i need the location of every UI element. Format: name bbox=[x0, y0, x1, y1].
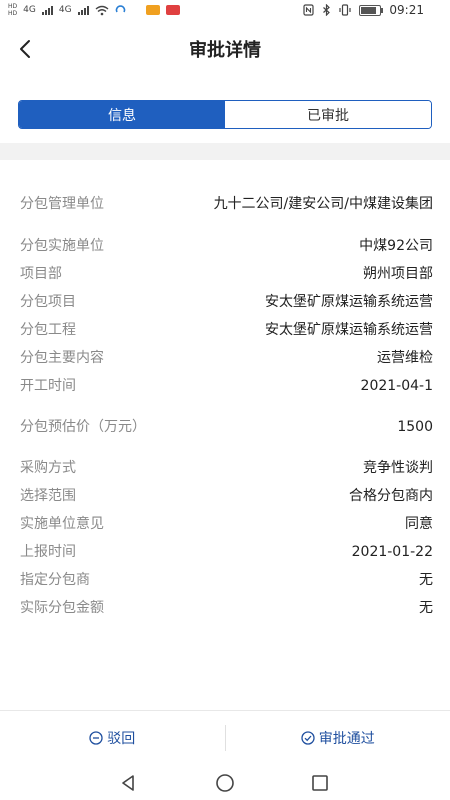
field-row-project-dept: 项目部 朔州项目部 bbox=[0, 260, 450, 288]
signal-icon bbox=[41, 5, 53, 15]
page-title: 审批详情 bbox=[189, 40, 261, 61]
field-label: 分包预估价（万元） bbox=[20, 418, 146, 435]
field-label: 分包管理单位 bbox=[20, 196, 104, 212]
tab-switcher: 信息 已审批 bbox=[18, 100, 432, 129]
hd-top-text: HD bbox=[8, 3, 18, 10]
field-value: 无 bbox=[419, 600, 433, 616]
status-bar: HD HD 4G 4G 09:21 bbox=[0, 0, 450, 26]
status-left: HD HD 4G 4G bbox=[8, 3, 180, 17]
app-notification-icon-2 bbox=[165, 5, 180, 15]
nfc-icon bbox=[303, 4, 315, 16]
vibrate-icon bbox=[339, 4, 352, 16]
field-value: 运营维检 bbox=[377, 350, 433, 366]
app-notification-icon bbox=[145, 5, 160, 15]
field-row-start-date: 开工时间 2021-04-1 bbox=[0, 372, 450, 400]
field-label: 指定分包商 bbox=[20, 572, 90, 588]
reject-label: 驳回 bbox=[107, 731, 136, 747]
field-row-actual-amount: 实际分包金额 无 bbox=[0, 594, 450, 622]
field-label: 分包主要内容 bbox=[20, 350, 104, 366]
field-row-report-date: 上报时间 2021-01-22 bbox=[0, 538, 450, 566]
field-value: 竞争性谈判 bbox=[363, 460, 433, 476]
system-nav-bar bbox=[0, 764, 450, 800]
field-value: 2021-01-22 bbox=[351, 544, 433, 560]
action-bar: 驳回 审批通过 bbox=[0, 710, 450, 765]
detail-list: 分包管理单位 九十二公司/建安公司/中煤建设集团 分包实施单位 中煤92公司 项… bbox=[0, 176, 450, 622]
field-row-selection-scope: 选择范围 合格分包商内 bbox=[0, 482, 450, 510]
field-row-implementing-unit: 分包实施单位 中煤92公司 bbox=[0, 232, 450, 260]
field-label: 选择范围 bbox=[20, 488, 76, 504]
hd-bottom-text: HD bbox=[8, 10, 18, 17]
tab-info[interactable]: 信息 bbox=[19, 101, 225, 128]
field-row-management-unit: 分包管理单位 九十二公司/建安公司/中煤建设集团 bbox=[0, 176, 450, 232]
square-recents-icon bbox=[312, 775, 328, 791]
tab-approved[interactable]: 已审批 bbox=[225, 101, 431, 128]
field-value: 无 bbox=[419, 572, 433, 588]
title-bar: 审批详情 bbox=[0, 26, 450, 72]
circle-home-icon bbox=[216, 774, 234, 792]
section-divider bbox=[0, 143, 450, 160]
status-right: 09:21 bbox=[303, 3, 424, 17]
field-label: 分包项目 bbox=[20, 294, 76, 310]
field-row-estimated-price: 分包预估价（万元） 1500 bbox=[0, 400, 450, 454]
field-row-subcontract-project: 分包项目 安太堡矿原煤运输系统运营 bbox=[0, 288, 450, 316]
network-label-1: 4G bbox=[23, 5, 36, 15]
field-row-main-content: 分包主要内容 运营维检 bbox=[0, 344, 450, 372]
nav-recents-button[interactable] bbox=[307, 770, 333, 796]
nav-back-button[interactable] bbox=[115, 770, 141, 796]
battery-icon bbox=[359, 4, 384, 16]
approve-button[interactable]: 审批通过 bbox=[226, 723, 450, 753]
triangle-back-icon bbox=[122, 775, 134, 791]
field-label: 实际分包金额 bbox=[20, 600, 104, 616]
field-value: 合格分包商内 bbox=[349, 488, 433, 504]
field-row-unit-opinion: 实施单位意见 同意 bbox=[0, 510, 450, 538]
field-label: 上报时间 bbox=[20, 544, 76, 560]
field-label: 实施单位意见 bbox=[20, 516, 104, 532]
field-value: 朔州项目部 bbox=[363, 266, 433, 282]
field-value: 安太堡矿原煤运输系统运营 bbox=[265, 322, 433, 338]
field-value: 安太堡矿原煤运输系统运营 bbox=[265, 294, 433, 310]
signal-icon-2 bbox=[77, 5, 89, 15]
nav-home-button[interactable] bbox=[212, 770, 238, 796]
field-label: 采购方式 bbox=[20, 460, 76, 476]
field-label: 分包工程 bbox=[20, 322, 76, 338]
field-label: 分包实施单位 bbox=[20, 238, 104, 254]
field-row-designated-subcontractor: 指定分包商 无 bbox=[0, 566, 450, 594]
reject-button[interactable]: 驳回 bbox=[0, 723, 225, 753]
field-value: 中煤92公司 bbox=[359, 238, 433, 254]
field-value: 同意 bbox=[405, 516, 433, 532]
hd-indicator: HD HD bbox=[8, 3, 17, 17]
minus-circle-icon bbox=[89, 731, 103, 745]
field-label: 项目部 bbox=[20, 266, 62, 282]
field-row-procurement-method: 采购方式 竞争性谈判 bbox=[0, 454, 450, 482]
approve-label: 审批通过 bbox=[318, 731, 375, 747]
bluetooth-icon bbox=[323, 4, 331, 16]
field-value: 2021-04-1 bbox=[360, 378, 433, 394]
field-value: 九十二公司/建安公司/中煤建设集团 bbox=[213, 196, 433, 212]
wifi-icon bbox=[95, 5, 108, 15]
check-circle-icon bbox=[301, 731, 315, 745]
field-row-subcontract-work: 分包工程 安太堡矿原煤运输系统运营 bbox=[0, 316, 450, 344]
network-label-2: 4G bbox=[58, 5, 72, 15]
field-label: 开工时间 bbox=[20, 378, 76, 394]
sync-icon bbox=[115, 4, 125, 12]
field-value: 1500 bbox=[397, 419, 433, 435]
clock: 09:21 bbox=[389, 3, 424, 17]
